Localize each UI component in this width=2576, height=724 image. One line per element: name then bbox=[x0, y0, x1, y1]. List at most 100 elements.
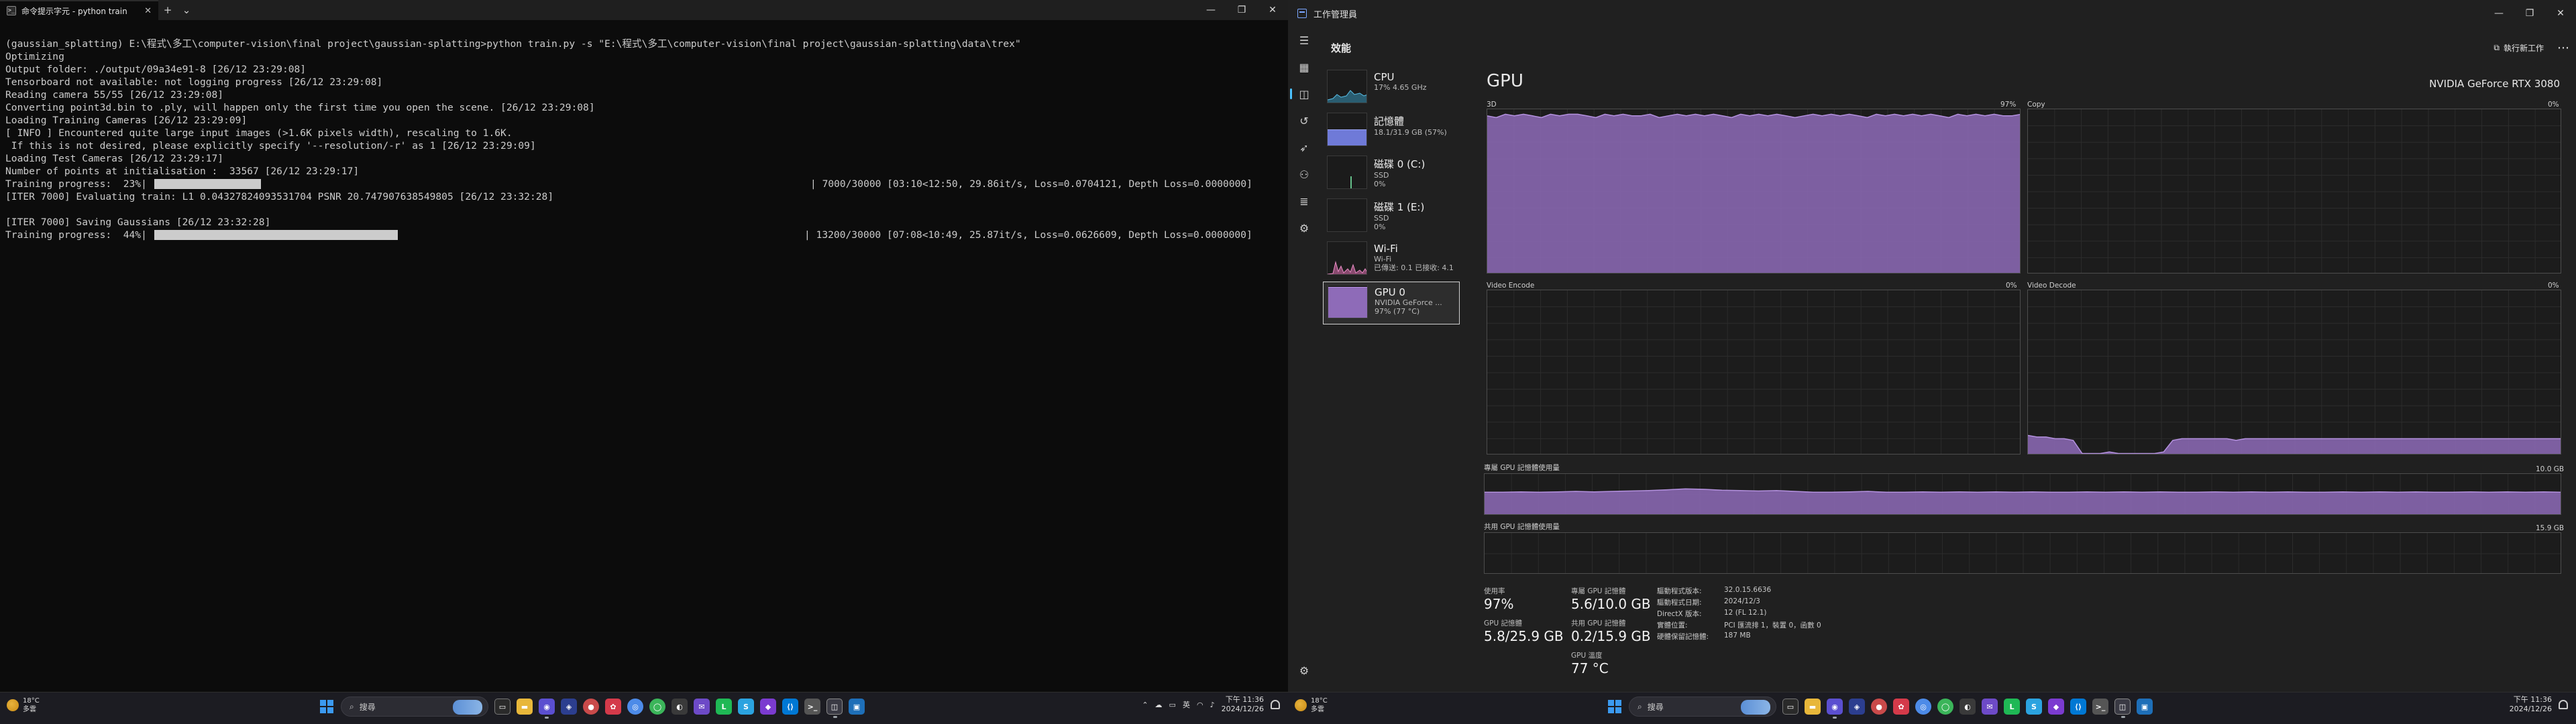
terminal-output[interactable]: (gaussian_splatting) E:\程式\多工\computer-v… bbox=[5, 38, 1288, 241]
chrome-icon[interactable]: ◎ bbox=[627, 699, 643, 715]
app-icon-violet[interactable]: ◆ bbox=[760, 699, 776, 715]
app-history-icon[interactable]: ↺ bbox=[1288, 107, 1320, 134]
line-icon[interactable]: L bbox=[2004, 699, 2020, 715]
maximize-icon[interactable]: ❐ bbox=[1226, 0, 1257, 20]
taskbar-search[interactable]: ⌕ 搜尋 bbox=[1629, 697, 1776, 717]
details-icon[interactable]: ≣ bbox=[1288, 188, 1320, 215]
terminal-app-icon[interactable]: >_ bbox=[804, 699, 820, 715]
graph-3d bbox=[1487, 109, 2021, 274]
graph-3d-max: 97% bbox=[2000, 101, 2017, 109]
chevron-down-icon[interactable]: ⌄ bbox=[177, 0, 196, 20]
graph-dedicated-svg bbox=[1485, 474, 2561, 514]
property-row: 硬體保留記憶體: 187 MB bbox=[1657, 631, 1821, 643]
weather-widget[interactable]: 18°C 多雲 bbox=[7, 697, 40, 714]
app-icon-red[interactable]: ● bbox=[1871, 699, 1887, 715]
taskbar-search[interactable]: ⌕ 搜尋 bbox=[341, 697, 488, 717]
app-icon-screen[interactable]: ▣ bbox=[849, 699, 865, 715]
volume-icon[interactable]: ♪ bbox=[1210, 701, 1215, 709]
app-icon-blue[interactable]: ◈ bbox=[1849, 699, 1865, 715]
cloud-icon[interactable]: ☁ bbox=[1155, 701, 1163, 709]
stat-label: 共用 GPU 記憶體 bbox=[1571, 619, 1626, 627]
startup-apps-icon[interactable]: ➶ bbox=[1288, 134, 1320, 161]
chevron-up-icon[interactable]: ⌃ bbox=[1142, 701, 1148, 709]
graph-encode-max: 0% bbox=[2006, 282, 2017, 290]
device-gpu-0[interactable]: GPU 0 NVIDIA GeForce ... 97% (77 °C) bbox=[1323, 282, 1460, 324]
app-icon-violet[interactable]: ◆ bbox=[2048, 699, 2064, 715]
app-icon-dark[interactable]: ◐ bbox=[1960, 699, 1976, 715]
performance-icon[interactable]: ◫ bbox=[1288, 80, 1320, 107]
weather-desc: 多雲 bbox=[23, 706, 36, 713]
maximize-icon[interactable]: ❐ bbox=[2514, 0, 2545, 27]
clock[interactable]: 下午 11:36 2024/12/26 bbox=[1222, 695, 1264, 714]
app-icon-blue[interactable]: ◈ bbox=[561, 699, 577, 715]
stat-label: 使用率 bbox=[1484, 587, 1505, 595]
services-icon[interactable]: ⚙ bbox=[1288, 215, 1320, 241]
task-manager-taskbar-icon[interactable]: ◫ bbox=[826, 699, 843, 718]
property-row: 驅動程式日期: 2024/12/3 bbox=[1657, 597, 1821, 609]
device-memory[interactable]: 記憶體 18.1/31.9 GB (57%) bbox=[1323, 110, 1460, 153]
task-view-icon[interactable]: ▭ bbox=[494, 699, 511, 715]
wifi-mini-graph bbox=[1328, 261, 1366, 274]
app-icon-dark[interactable]: ◐ bbox=[672, 699, 688, 715]
device-cpu[interactable]: CPU 17% 4.65 GHz bbox=[1323, 67, 1460, 110]
discord-icon[interactable]: ◉ bbox=[1827, 699, 1843, 719]
start-button[interactable] bbox=[319, 699, 335, 715]
run-new-task-button[interactable]: ⧉ 執行新工作 bbox=[2493, 42, 2544, 54]
ime-indicator[interactable]: 英 bbox=[1183, 699, 1190, 710]
app-icon-sky[interactable]: S bbox=[738, 699, 754, 715]
task-view-icon[interactable]: ▭ bbox=[1782, 699, 1799, 715]
terminal-tab[interactable]: >_ 命令提示字元 - python train ✕ bbox=[0, 0, 158, 20]
messenger-icon[interactable]: ✉ bbox=[1982, 699, 1998, 715]
processes-icon[interactable]: ▦ bbox=[1288, 54, 1320, 80]
app-icon-green-ring[interactable]: ◯ bbox=[649, 699, 665, 715]
more-options-icon[interactable]: ⋯ bbox=[2557, 41, 2569, 55]
settings-gear-icon[interactable]: ⚙ bbox=[1288, 657, 1320, 684]
system-tray: 下午 11:36 2024/12/26 bbox=[2510, 695, 2568, 714]
property-row: 實體位置: PCI 匯流排 1，裝置 0，函數 0 bbox=[1657, 620, 1821, 631]
stat-value: 5.8/25.9 GB bbox=[1484, 628, 1564, 644]
new-tab-plus-icon[interactable]: + bbox=[158, 0, 177, 20]
minimize-icon[interactable]: — bbox=[2483, 0, 2514, 27]
device-disk-1[interactable]: 磁碟 1 (E:) SSD 0% bbox=[1323, 196, 1460, 239]
close-icon[interactable]: ✕ bbox=[144, 6, 152, 16]
vscode-icon[interactable]: ⟨⟩ bbox=[2070, 699, 2086, 715]
app-icon-green-ring[interactable]: ◯ bbox=[1937, 699, 1953, 715]
wifi-icon[interactable]: ◠ bbox=[1197, 701, 1203, 709]
weather-widget[interactable]: 18°C 多雲 bbox=[1295, 697, 1328, 714]
device-disk-0[interactable]: 磁碟 0 (C:) SSD 0% bbox=[1323, 153, 1460, 196]
app-icon-red[interactable]: ● bbox=[583, 699, 599, 715]
users-icon[interactable]: ⚇ bbox=[1288, 161, 1320, 188]
clock-time: 下午 11:36 bbox=[1225, 695, 1264, 704]
task-manager-window-controls: — ❐ ✕ bbox=[2483, 0, 2576, 27]
terminal-line: Loading Training Cameras [26/12 23:29:09… bbox=[5, 115, 248, 126]
property-value: 32.0.15.6636 bbox=[1724, 586, 1772, 594]
close-window-icon[interactable]: ✕ bbox=[1257, 0, 1288, 20]
line-icon[interactable]: L bbox=[716, 699, 732, 715]
hamburger-menu-icon[interactable]: ☰ bbox=[1288, 27, 1320, 54]
notification-bell-icon[interactable] bbox=[2559, 700, 2568, 709]
task-manager-taskbar-icon[interactable]: ◫ bbox=[2114, 699, 2131, 718]
weather-temp: 18°C bbox=[23, 697, 40, 705]
vscode-icon[interactable]: ⟨⟩ bbox=[782, 699, 798, 715]
clock[interactable]: 下午 11:36 2024/12/26 bbox=[2510, 695, 2552, 714]
discord-icon[interactable]: ◉ bbox=[539, 699, 555, 719]
terminal-app-icon[interactable]: >_ bbox=[2092, 699, 2108, 715]
terminal-line: Number of points at initialisation : 335… bbox=[5, 166, 360, 177]
file-explorer-icon[interactable]: ▬ bbox=[1805, 699, 1821, 715]
device-wifi[interactable]: Wi-Fi Wi-Fi 已傳送: 0.1 已接收: 4.1 bbox=[1323, 239, 1460, 282]
notification-bell-icon[interactable] bbox=[1271, 700, 1280, 709]
messenger-icon[interactable]: ✉ bbox=[694, 699, 710, 715]
chrome-icon[interactable]: ◎ bbox=[1915, 699, 1931, 715]
file-explorer-icon[interactable]: ▬ bbox=[517, 699, 533, 715]
app-icon-pink[interactable]: ✿ bbox=[605, 699, 621, 715]
battery-icon[interactable]: ▭ bbox=[1169, 701, 1176, 709]
terminal-line: Loading Test Cameras [26/12 23:29:17] bbox=[5, 153, 224, 164]
start-button[interactable] bbox=[1607, 699, 1623, 715]
minimize-icon[interactable]: — bbox=[1195, 0, 1226, 20]
close-window-icon[interactable]: ✕ bbox=[2545, 0, 2576, 27]
app-icon-pink[interactable]: ✿ bbox=[1893, 699, 1909, 715]
app-icon-screen[interactable]: ▣ bbox=[2137, 699, 2153, 715]
taskbar-apps: ⌕ 搜尋 ▭ ▬ ◉ ◈ ● ✿ ◎ ◯ ◐ ✉ L S ◆ ⟨⟩ >_ ◫ ▣ bbox=[319, 697, 865, 719]
app-icon-sky[interactable]: S bbox=[2026, 699, 2042, 715]
gpu-fill bbox=[1328, 287, 1367, 318]
